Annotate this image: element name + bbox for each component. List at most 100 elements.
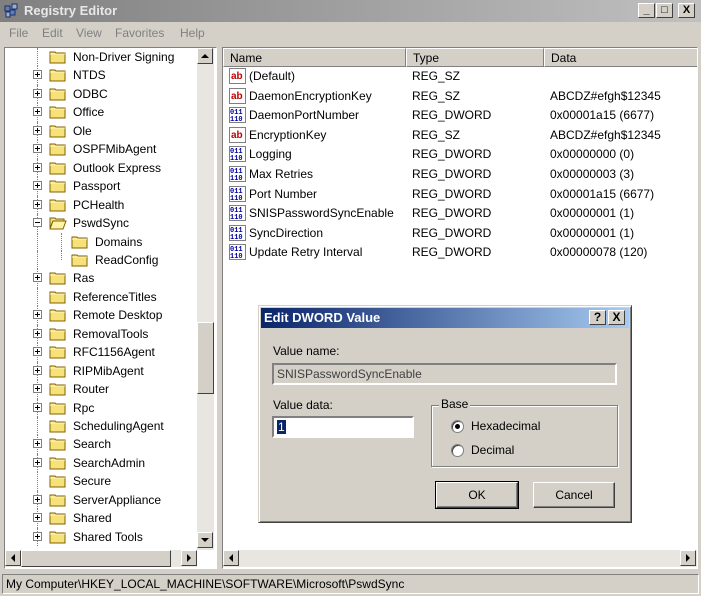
expand-icon[interactable] bbox=[33, 513, 42, 523]
dialog-help-button[interactable]: ? bbox=[589, 310, 606, 325]
tree-item[interactable]: Outlook Express bbox=[5, 158, 197, 178]
tree-item[interactable]: OSPFMibAgent bbox=[5, 140, 197, 159]
tree-item[interactable]: NTDS bbox=[5, 66, 197, 85]
tree-item[interactable]: Shared Tools bbox=[5, 527, 197, 547]
tree-scroll-thumb[interactable] bbox=[197, 322, 214, 394]
tree-item[interactable]: SearchAdmin bbox=[5, 453, 197, 473]
expand-icon[interactable] bbox=[33, 162, 42, 172]
value-row[interactable]: 011 110 SNISPasswordSyncEnable REG_DWORD 0x0… bbox=[223, 204, 697, 223]
tree-scroll-right-button[interactable] bbox=[181, 550, 197, 566]
tree-item[interactable]: Secure bbox=[5, 472, 197, 491]
tree-item[interactable]: ODBC bbox=[5, 84, 197, 104]
menu-favorites[interactable]: Favorites bbox=[115, 26, 164, 40]
tree-item[interactable]: PCHealth bbox=[5, 195, 197, 215]
title-bar[interactable]: Registry Editor _ □ X bbox=[0, 0, 701, 22]
tree-connector-line bbox=[37, 287, 38, 307]
tree-scroll-up-button[interactable] bbox=[197, 48, 213, 64]
expand-icon[interactable] bbox=[33, 402, 42, 412]
tree-item[interactable]: RFC1156Agent bbox=[5, 343, 197, 362]
decimal-radio[interactable] bbox=[451, 444, 464, 457]
expand-icon[interactable] bbox=[33, 531, 42, 541]
close-button[interactable]: X bbox=[678, 3, 695, 18]
tree-item[interactable]: Shared bbox=[5, 509, 197, 528]
value-data-input[interactable]: 1 bbox=[272, 416, 414, 438]
expand-icon[interactable] bbox=[33, 365, 42, 375]
dialog-title-bar[interactable]: Edit DWORD Value ? X bbox=[261, 308, 629, 328]
ok-button[interactable]: OK bbox=[435, 481, 519, 509]
expand-icon[interactable] bbox=[33, 181, 42, 191]
maximize-button[interactable]: □ bbox=[656, 3, 673, 18]
expand-icon[interactable] bbox=[33, 384, 42, 394]
tree-scroll-down-button[interactable] bbox=[197, 532, 213, 548]
expand-icon[interactable] bbox=[33, 439, 42, 449]
value-row[interactable]: ab (Default) REG_SZ bbox=[223, 67, 697, 86]
value-row[interactable]: ab DaemonEncryptionKey REG_SZ ABCDZ#efgh$12… bbox=[223, 87, 697, 106]
value-row[interactable]: 011 110 Port Number REG_DWORD 0x00001a15 (66… bbox=[223, 185, 697, 204]
decimal-label[interactable]: Decimal bbox=[471, 443, 514, 457]
tree-item[interactable]: Office bbox=[5, 103, 197, 122]
expand-icon[interactable] bbox=[33, 125, 42, 135]
column-header-name[interactable]: Name bbox=[223, 48, 406, 67]
menu-view[interactable]: View bbox=[76, 26, 102, 40]
tree-item[interactable]: Remote Desktop bbox=[5, 306, 197, 325]
expand-icon[interactable] bbox=[33, 199, 42, 209]
tree-item[interactable]: Router bbox=[5, 380, 197, 399]
arrow-left-icon bbox=[229, 554, 233, 562]
menu-file[interactable]: File bbox=[9, 26, 28, 40]
expand-icon[interactable] bbox=[33, 273, 42, 283]
column-header-data[interactable]: Data bbox=[544, 48, 697, 67]
menu-edit[interactable]: Edit bbox=[42, 26, 63, 40]
expand-icon[interactable] bbox=[33, 88, 42, 98]
value-row[interactable]: 011 110 Max Retries REG_DWORD 0x00000003 (3) bbox=[223, 165, 697, 184]
tree-item[interactable]: Ole bbox=[5, 121, 197, 141]
list-scroll-left-button[interactable] bbox=[223, 550, 239, 566]
value-data: ABCDZ#efgh$12345 bbox=[550, 127, 661, 142]
expand-icon[interactable] bbox=[33, 70, 42, 80]
expand-icon[interactable] bbox=[33, 107, 42, 117]
value-row[interactable]: ab EncryptionKey REG_SZ ABCDZ#efgh$12345 bbox=[223, 126, 697, 145]
expand-icon[interactable] bbox=[33, 347, 42, 357]
tree-hscroll-thumb[interactable] bbox=[21, 550, 171, 567]
tree-item[interactable]: RIPMibAgent bbox=[5, 361, 197, 381]
svg-text:110: 110 bbox=[230, 175, 243, 182]
tree-item[interactable]: Passport bbox=[5, 177, 197, 196]
minimize-button[interactable]: _ bbox=[638, 3, 655, 18]
tree-item[interactable]: Ras bbox=[5, 269, 197, 288]
tree-item[interactable]: Search bbox=[5, 435, 197, 454]
tree-item[interactable]: SchedulingAgent bbox=[5, 417, 197, 436]
dialog-close-button[interactable]: X bbox=[608, 310, 625, 325]
expand-icon[interactable] bbox=[33, 144, 42, 154]
expand-icon[interactable] bbox=[33, 457, 42, 467]
key-tree-pane[interactable]: Non-Driver Signing NTDS ODBC Office Ole OSPFM… bbox=[4, 47, 217, 569]
tree-item[interactable]: ReferenceTitles bbox=[5, 287, 197, 307]
hexadecimal-radio[interactable] bbox=[451, 420, 464, 433]
expand-icon[interactable] bbox=[33, 494, 42, 504]
expand-icon[interactable] bbox=[33, 328, 42, 338]
value-row[interactable]: 011 110 SyncDirection REG_DWORD 0x00000001 (… bbox=[223, 224, 697, 243]
value-row[interactable]: 011 110 Logging REG_DWORD 0x00000000 (0) bbox=[223, 145, 697, 164]
folder-icon bbox=[49, 456, 67, 470]
collapse-icon[interactable] bbox=[33, 218, 42, 228]
tree-item[interactable]: ReadConfig bbox=[5, 250, 197, 270]
tree-item[interactable]: Rpc bbox=[5, 398, 197, 417]
cancel-button[interactable]: Cancel bbox=[533, 482, 615, 508]
tree-item[interactable]: RemovalTools bbox=[5, 324, 197, 344]
column-header-type[interactable]: Type bbox=[406, 48, 544, 67]
list-scroll-right-button[interactable] bbox=[680, 550, 696, 566]
tree-scroll-left-button[interactable] bbox=[5, 550, 21, 566]
tree-vertical-scrollbar[interactable] bbox=[197, 48, 214, 550]
value-row[interactable]: 011 110 DaemonPortNumber REG_DWORD 0x00001a1… bbox=[223, 106, 697, 125]
menu-help[interactable]: Help bbox=[180, 26, 205, 40]
expand-icon[interactable] bbox=[33, 310, 42, 320]
value-row[interactable]: 011 110 Update Retry Interval REG_DWORD 0x00… bbox=[223, 243, 697, 262]
hexadecimal-label[interactable]: Hexadecimal bbox=[471, 419, 540, 433]
value-type: REG_DWORD bbox=[412, 147, 492, 162]
tree-item[interactable]: Non-Driver Signing bbox=[5, 48, 197, 67]
value-data: 0x00000003 (3) bbox=[550, 167, 635, 181]
list-horizontal-scrollbar[interactable] bbox=[223, 550, 697, 567]
tree-item[interactable]: ServerAppliance bbox=[5, 490, 197, 510]
tree-item[interactable]: Domains bbox=[5, 232, 197, 251]
tree-item[interactable]: PswdSync bbox=[5, 214, 197, 233]
tree-item-label: Shared bbox=[73, 511, 112, 526]
value-type: REG_DWORD bbox=[412, 225, 492, 240]
